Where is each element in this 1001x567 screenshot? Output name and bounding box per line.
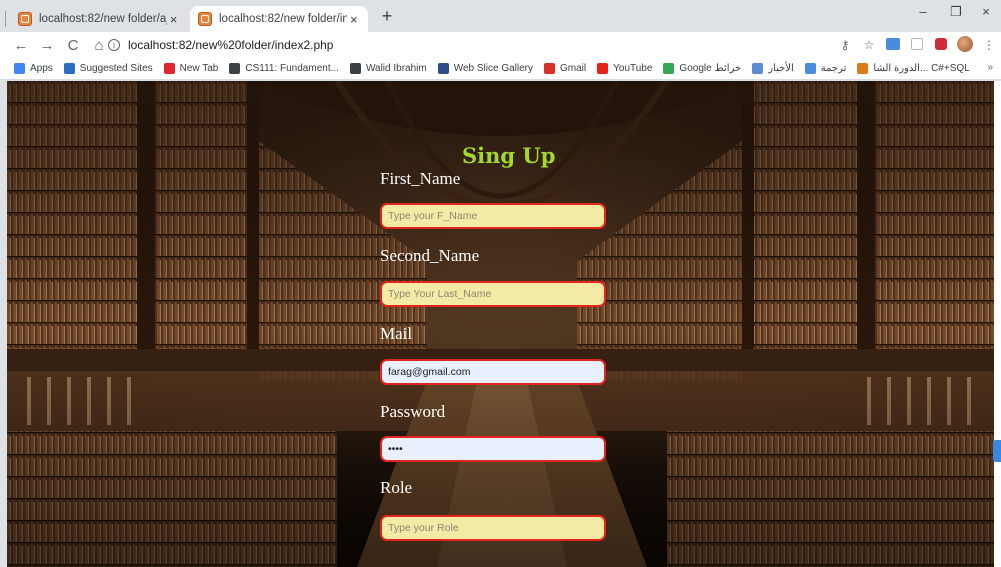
close-window-button[interactable]: × (971, 4, 1001, 19)
bookmark-label: CS111: Fundament... (245, 63, 339, 74)
bookmark-label: Gmail (560, 63, 587, 74)
reload-button[interactable]: C (60, 37, 86, 54)
bookmark-icon (544, 63, 555, 74)
first-name-label: First_Name (380, 169, 461, 188)
tab-title: localhost:82/new folder/ajax.txt (39, 13, 167, 25)
bookmark-icon (663, 63, 675, 74)
maximize-button[interactable]: ❐ (941, 4, 971, 20)
address-bar[interactable]: i localhost:82/new%20folder/index2.php (108, 34, 868, 56)
bookmark-icon (857, 63, 869, 74)
bookmark-icon (163, 63, 175, 74)
profile-avatar-icon[interactable] (953, 35, 977, 55)
extension-icon[interactable] (905, 37, 929, 53)
key-icon[interactable]: ⚷ (833, 38, 857, 52)
mail-input[interactable] (380, 359, 606, 385)
bookmark-icon (437, 63, 449, 74)
bookmark-label: الأخبار (768, 63, 794, 74)
first-name-input[interactable] (380, 203, 606, 229)
bookmark-label: Apps (30, 63, 53, 74)
extension-icon[interactable] (929, 37, 953, 53)
back-button[interactable]: ← (8, 37, 34, 54)
new-tab-button[interactable]: + (376, 6, 398, 28)
info-icon[interactable]: i (108, 39, 120, 51)
bookmark-icon (229, 63, 241, 74)
bookmark-item[interactable]: Suggested Sites (63, 63, 153, 74)
tab-separator (5, 11, 6, 27)
bookmark-icon (349, 63, 361, 74)
bookmark-icon (752, 63, 764, 74)
page-scroll-gutter (994, 81, 1001, 567)
second-name-label: Second_Name (380, 246, 480, 265)
bookmark-label: Suggested Sites (79, 63, 153, 74)
bookmark-item[interactable]: ترجمة (804, 63, 847, 74)
bookmark-label: Web Slice Gallery (453, 63, 533, 74)
bookmarks-overflow-icon[interactable]: » (987, 62, 993, 73)
tab-close-icon[interactable]: × (347, 12, 360, 27)
bookmark-item[interactable]: الأخبار (752, 63, 794, 74)
bookmark-icon (597, 63, 609, 74)
bookmark-label: Walid Ibrahim (365, 63, 427, 74)
password-label: Password (380, 402, 446, 421)
page-background: Sing Up First_Name Second_Name Mail Pass… (7, 81, 994, 567)
bookmark-item[interactable]: Gmail (544, 63, 586, 74)
bookmark-item[interactable]: الدورة الشا... C#+SQL (857, 63, 970, 74)
role-input[interactable] (380, 515, 606, 541)
bookmarks-bar: Apps Suggested Sites New Tab CS111: Fundame… (0, 58, 1001, 80)
second-name-input[interactable] (380, 281, 606, 307)
favicon-icon (18, 12, 32, 26)
bookmark-item[interactable]: Walid Ibrahim (349, 63, 427, 74)
bookmark-icon (63, 63, 75, 74)
role-label: Role (380, 478, 413, 497)
form-title: Sing Up (462, 143, 556, 168)
bookmark-label: Google خرائط (679, 63, 742, 74)
bookmark-label: New Tab (179, 63, 219, 74)
tab-title: localhost:82/new folder/index2.p (219, 13, 348, 25)
tab-ajax[interactable]: localhost:82/new folder/ajax.txt × (10, 6, 188, 32)
bookmark-item[interactable]: Apps (14, 63, 53, 74)
browser-toolbar: ← → C ⌂ i localhost:82/new%20folder/inde… (0, 32, 1001, 58)
bookmark-icon (804, 63, 816, 74)
tab-strip: localhost:82/new folder/ajax.txt × local… (0, 0, 1001, 32)
mail-label: Mail (380, 324, 413, 343)
menu-icon[interactable]: ⋮ (977, 38, 1001, 52)
favicon-icon (198, 12, 212, 26)
bookmark-item[interactable]: New Tab (163, 63, 219, 74)
bookmark-item[interactable]: Google خرائط (663, 63, 741, 74)
forward-button[interactable]: → (34, 37, 60, 54)
bookmark-label: الدورة الشا... C#+SQL (873, 63, 970, 74)
tab-close-icon[interactable]: × (167, 12, 180, 27)
side-extension-badge-icon[interactable] (993, 440, 1001, 462)
extension-icon[interactable] (881, 37, 905, 53)
bookmark-item[interactable]: YouTube (597, 63, 652, 74)
tab-index2[interactable]: localhost:82/new folder/index2.p × (190, 6, 368, 32)
url-text: localhost:82/new%20folder/index2.php (128, 38, 334, 52)
bookmark-label: ترجمة (820, 63, 847, 74)
bookmark-item[interactable]: CS111: Fundament... (229, 63, 339, 74)
bookmark-label: YouTube (613, 63, 653, 74)
bookmark-item[interactable]: Web Slice Gallery (437, 63, 533, 74)
minimize-button[interactable]: – (908, 4, 938, 19)
password-input[interactable] (380, 436, 606, 462)
bookmark-icon (14, 63, 25, 74)
star-icon[interactable]: ☆ (857, 38, 881, 52)
toolbar-icons: ⚷ ☆ ⋮ (833, 32, 1001, 58)
